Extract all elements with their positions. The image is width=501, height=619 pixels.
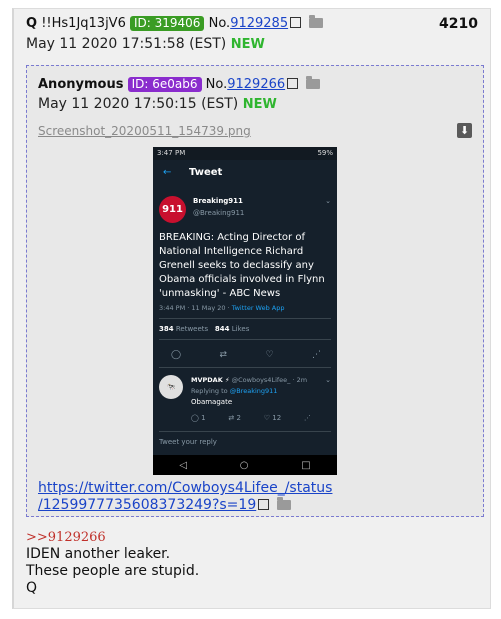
- post-tripcode: !!Hs1Jq13jV6: [41, 16, 126, 31]
- tweet-actions: ◯ ⇄ ♡ ⋰: [171, 350, 321, 360]
- tweet-text: BREAKING: Acting Director of National In…: [159, 232, 325, 299]
- reply-handle: @Cowboys4Lifee_ · 2m: [231, 376, 308, 384]
- status-time: 3:47: [157, 149, 173, 157]
- chevron-down-icon: ⌄: [325, 197, 331, 205]
- reply-name: MVPDAK ⚡: [191, 376, 230, 384]
- nav-home-icon: ○: [239, 459, 249, 471]
- replying-to: Replying to @Breaking911: [191, 387, 277, 395]
- reply-text: Obamagate: [191, 398, 233, 406]
- new-badge: NEW: [242, 97, 277, 112]
- post-author: Q: [26, 16, 38, 31]
- reply-reply-count: ◯ 1: [191, 414, 206, 422]
- chevron-down-icon: ⌄: [325, 376, 331, 384]
- account-avatar: 911: [159, 196, 186, 223]
- share-icon: ⋰: [311, 350, 321, 360]
- retweet-count: 384: [159, 325, 174, 333]
- post-line-2: These people are stupid.: [26, 563, 200, 579]
- folder-icon[interactable]: [306, 76, 321, 89]
- tweet-url: https://twitter.com/Cowboys4Lifee_/statu…: [38, 480, 332, 514]
- share-icon: ⋰: [303, 414, 311, 422]
- reply-retweet-count: ⇄ 2: [228, 414, 241, 422]
- tweet-header: ← Tweet: [153, 160, 337, 186]
- external-link-icon[interactable]: [258, 499, 270, 510]
- attachment-image[interactable]: 3:47 PM 59% ← Tweet 911 Breaking911 @Bre…: [153, 147, 337, 475]
- back-arrow-icon: ←: [163, 167, 172, 178]
- post-count: 4210: [439, 16, 478, 32]
- reply-placeholder: Tweet your reply: [159, 438, 217, 446]
- reply-icon: ◯: [171, 350, 182, 360]
- retweet-icon: ⇄: [219, 350, 228, 360]
- reply-author: MVPDAK ⚡ @Cowboys4Lifee_ · 2m: [191, 376, 307, 384]
- divider: [159, 367, 331, 368]
- external-link-icon[interactable]: [287, 78, 299, 89]
- like-count: 844: [214, 325, 230, 333]
- quoted-number-link[interactable]: 9129266: [227, 77, 285, 92]
- post-line-3: Q: [26, 580, 38, 596]
- replying-to-handle: @Breaking911: [229, 387, 278, 395]
- tweet-url-line2[interactable]: /1259977735608373249?s=19: [38, 497, 256, 513]
- post-number-link[interactable]: 9129285: [230, 16, 288, 31]
- tweet-meta-source: Twitter Web App: [231, 304, 285, 312]
- reply-like-count: ♡ 12: [263, 414, 282, 422]
- replying-to-prefix: Replying to: [191, 387, 230, 395]
- heart-icon: ♡: [265, 350, 274, 360]
- quote-reference-link[interactable]: >>9129266: [26, 529, 199, 546]
- tweet-meta: 3:44 PM · 11 May 20 · Twitter Web App: [159, 304, 285, 312]
- tweet-header-title: Tweet: [189, 167, 223, 178]
- account-handle: @Breaking911: [193, 209, 245, 217]
- download-icon[interactable]: ⬇: [457, 123, 472, 138]
- battery-level: 59%: [317, 149, 333, 157]
- quoted-date: May 11 2020 17:50:15 (EST) NEW: [38, 96, 277, 112]
- external-link-icon[interactable]: [290, 17, 302, 28]
- post-number-prefix: No.: [208, 16, 231, 31]
- quoted-id-badge[interactable]: ID: 6e0ab6: [127, 77, 202, 92]
- tweet-url-line1[interactable]: https://twitter.com/Cowboys4Lifee_/statu…: [38, 480, 332, 496]
- tweet-meta-time: 3:44 PM · 11 May 20 ·: [159, 304, 232, 312]
- phone-status-bar: 3:47 PM 59%: [153, 147, 337, 160]
- account-name: Breaking911: [193, 197, 243, 205]
- folder-icon[interactable]: [277, 497, 292, 510]
- new-badge: NEW: [230, 37, 265, 52]
- post-date: May 11 2020 17:51:58 (EST) NEW: [26, 36, 265, 52]
- retweet-label: Retweets: [175, 325, 209, 333]
- post-header: Q !!Hs1Jq13jV6 ID: 319406 No.9129285: [26, 15, 324, 31]
- quoted-number-prefix: No.: [205, 77, 228, 92]
- post-line-1: IDEN another leaker.: [26, 546, 171, 562]
- post-date-text: May 11 2020 17:51:58 (EST): [26, 36, 227, 52]
- folder-icon[interactable]: [309, 15, 324, 28]
- divider: [159, 431, 331, 432]
- quoted-author: Anonymous: [38, 77, 124, 92]
- tweet-stats: 384 Retweets 844 Likes: [159, 325, 249, 333]
- post-container: Q !!Hs1Jq13jV6 ID: 319406 No.9129285 421…: [12, 8, 491, 609]
- attachment-filename[interactable]: Screenshot_20200511_154739.png: [38, 124, 251, 138]
- post-body: >>9129266 IDEN another leaker. These peo…: [26, 529, 199, 597]
- reply-actions: ◯ 1 ⇄ 2 ♡ 12 ⋰: [191, 414, 311, 422]
- poster-id-badge[interactable]: ID: 319406: [130, 16, 205, 31]
- status-time-suffix: PM: [174, 149, 186, 157]
- android-nav-bar: ◁ ○ □: [153, 455, 337, 475]
- quoted-header: Anonymous ID: 6e0ab6 No.9129266: [38, 76, 321, 92]
- nav-recents-icon: □: [301, 459, 311, 471]
- divider: [159, 318, 331, 319]
- quoted-post: Anonymous ID: 6e0ab6 No.9129266 May 11 2…: [26, 65, 484, 517]
- quoted-date-text: May 11 2020 17:50:15 (EST): [38, 96, 239, 112]
- divider: [159, 339, 331, 340]
- like-label: Likes: [231, 325, 250, 333]
- nav-back-icon: ◁: [179, 459, 188, 471]
- reply-avatar: 🐄: [159, 375, 183, 399]
